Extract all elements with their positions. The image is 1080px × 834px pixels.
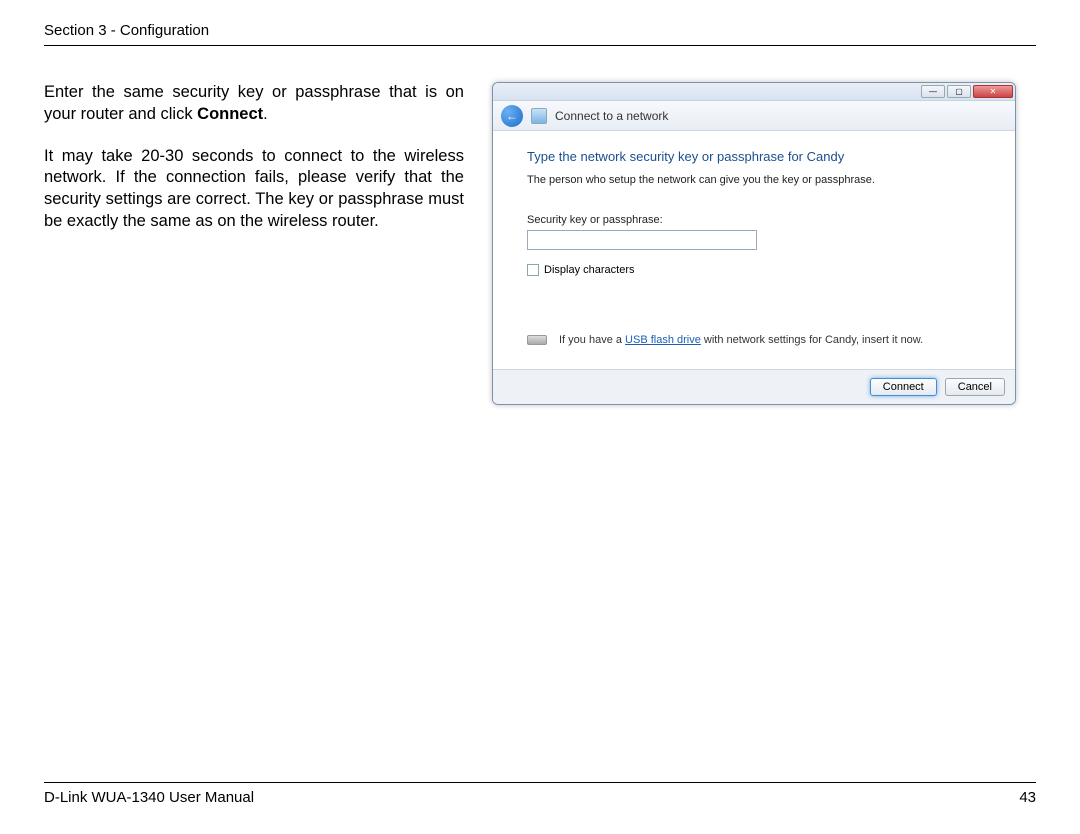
page-number: 43: [1019, 789, 1036, 806]
connect-button[interactable]: Connect: [870, 378, 937, 396]
display-chars-row[interactable]: Display characters: [527, 264, 981, 276]
back-icon[interactable]: ←: [501, 105, 523, 127]
network-icon: [531, 108, 547, 124]
instruction-p1: Enter the same security key or passphras…: [44, 82, 464, 126]
usb-icon: [527, 335, 547, 345]
button-bar: Connect Cancel: [493, 369, 1015, 404]
close-button[interactable]: ✕: [973, 85, 1013, 98]
nav-strip: ← Connect to a network: [493, 101, 1015, 131]
maximize-button[interactable]: ▢: [947, 85, 971, 98]
dialog-subtext: The person who setup the network can giv…: [527, 174, 981, 186]
text: .: [263, 105, 268, 123]
instruction-text: Enter the same security key or passphras…: [44, 82, 464, 253]
dialog-heading: Type the network security key or passphr…: [527, 149, 981, 164]
usb-text: If you have a USB flash drive with netwo…: [559, 334, 923, 346]
titlebar: — ▢ ✕: [493, 83, 1015, 101]
usb-hint-row: If you have a USB flash drive with netwo…: [527, 334, 981, 346]
display-chars-label: Display characters: [544, 264, 634, 276]
usb-link[interactable]: USB flash drive: [625, 334, 701, 346]
nav-title: Connect to a network: [555, 109, 668, 123]
manual-name: D-Link WUA-1340 User Manual: [44, 789, 254, 806]
cancel-button[interactable]: Cancel: [945, 378, 1005, 396]
connect-dialog: — ▢ ✕ ← Connect to a network Type the ne…: [492, 82, 1016, 405]
checkbox-icon[interactable]: [527, 264, 539, 276]
connect-bold: Connect: [197, 105, 263, 123]
page-footer: D-Link WUA-1340 User Manual 43: [44, 782, 1036, 806]
text: with network settings for Candy, insert …: [701, 334, 923, 346]
security-key-input[interactable]: [527, 230, 757, 250]
minimize-button[interactable]: —: [921, 85, 945, 98]
text: If you have a: [559, 334, 625, 346]
dialog-body: Type the network security key or passphr…: [493, 131, 1015, 369]
section-header: Section 3 - Configuration: [44, 22, 1036, 46]
instruction-p2: It may take 20-30 seconds to connect to …: [44, 146, 464, 233]
field-label: Security key or passphrase:: [527, 214, 981, 226]
content-row: Enter the same security key or passphras…: [44, 82, 1036, 405]
